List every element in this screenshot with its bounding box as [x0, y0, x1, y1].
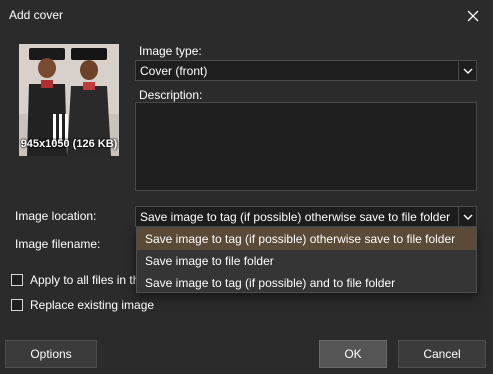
replace-existing-row[interactable]: Replace existing image	[11, 298, 154, 312]
chevron-down-icon	[458, 61, 476, 80]
ok-button[interactable]: OK	[319, 340, 387, 368]
image-location-select[interactable]: Save image to tag (if possible) otherwis…	[135, 206, 477, 227]
apply-all-checkbox[interactable]	[11, 274, 23, 286]
image-filename-label: Image filename:	[15, 237, 101, 251]
cover-size-caption: 945x1050 (126 KB)	[20, 138, 118, 150]
title-bar: Add cover	[0, 0, 493, 32]
close-button[interactable]	[461, 4, 485, 28]
replace-existing-label: Replace existing image	[30, 298, 155, 312]
image-type-value: Cover (front)	[140, 63, 208, 78]
description-field[interactable]	[135, 102, 477, 191]
apply-all-row[interactable]: Apply to all files in th	[11, 273, 139, 287]
image-type-select[interactable]: Cover (front)	[135, 60, 477, 81]
image-location-label: Image location:	[15, 209, 97, 223]
image-location-value: Save image to tag (if possible) otherwis…	[140, 209, 451, 224]
image-type-label: Image type:	[139, 44, 202, 58]
chevron-down-icon	[458, 207, 476, 226]
cancel-button[interactable]: Cancel	[398, 340, 486, 368]
replace-existing-checkbox[interactable]	[11, 299, 23, 311]
apply-all-label: Apply to all files in th	[30, 273, 140, 287]
dropdown-option[interactable]: Save image to tag (if possible) and to f…	[137, 272, 476, 294]
dropdown-option[interactable]: Save image to file folder	[137, 250, 476, 272]
dialog-title: Add cover	[9, 8, 64, 22]
dropdown-option[interactable]: Save image to tag (if possible) otherwis…	[137, 228, 476, 250]
image-location-dropdown: Save image to tag (if possible) otherwis…	[136, 227, 477, 293]
close-icon	[467, 10, 479, 22]
description-label: Description:	[139, 88, 203, 102]
options-button[interactable]: Options	[5, 340, 97, 368]
